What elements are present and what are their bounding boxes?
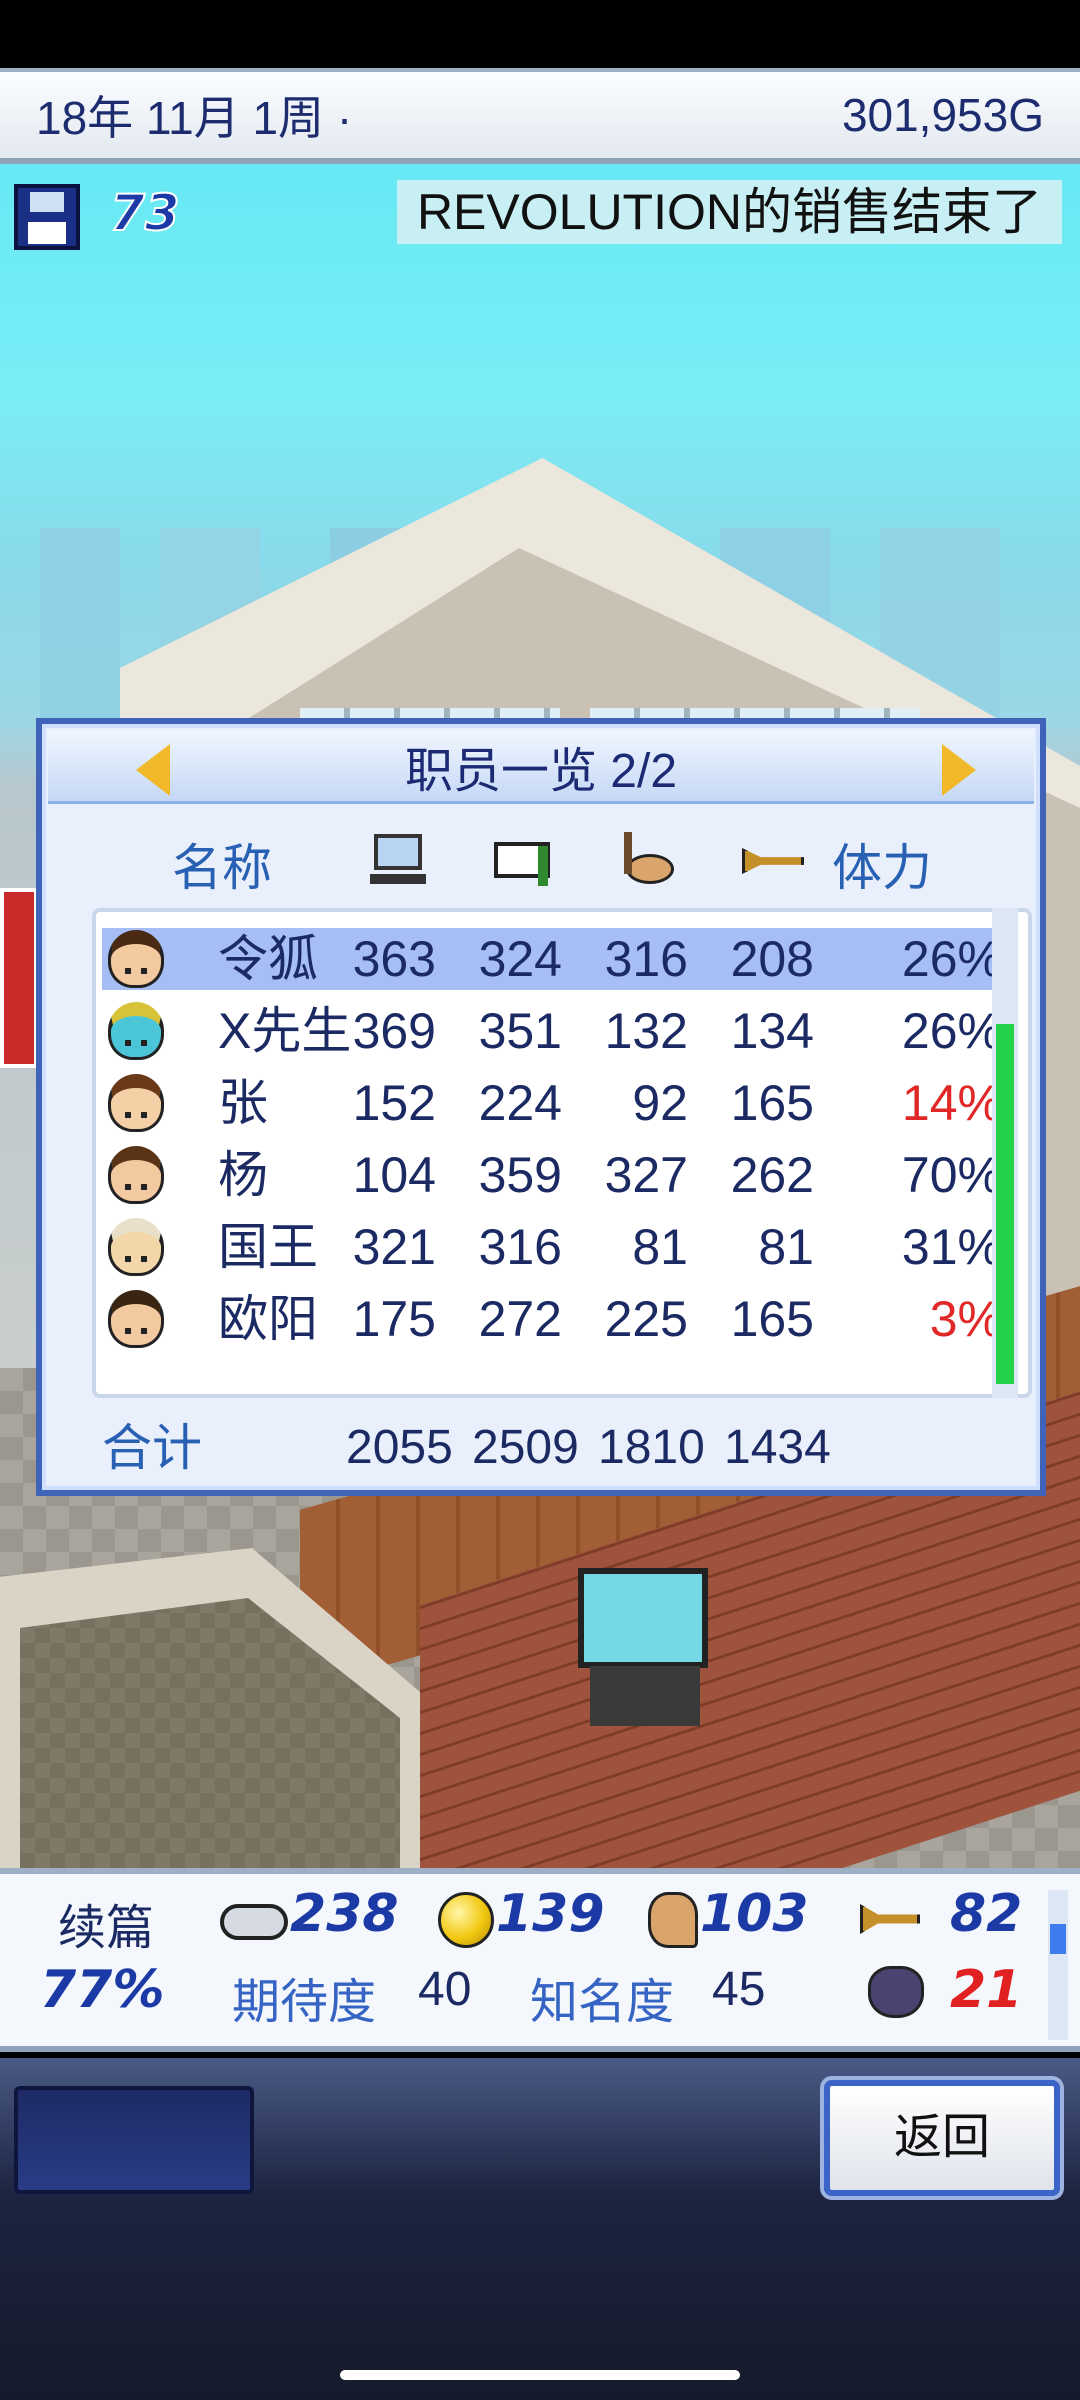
staff-portrait-icon [108, 1218, 164, 1276]
totals-row: 合计 2055 2509 1810 1434 [92, 1416, 1032, 1480]
gamepad-icon [220, 1904, 288, 1940]
date-display: 18年 11月 1周 · [36, 92, 353, 144]
staff-name: 令狐 [218, 931, 318, 987]
book-icon [494, 832, 550, 888]
staff-name: 张 [218, 1075, 268, 1131]
staff-row[interactable]: 张 152 224 92 165 14% [102, 1072, 1002, 1134]
staff-portrait-icon [108, 930, 164, 988]
staff-name: 杨 [218, 1147, 268, 1203]
staff-stat-v1: 321 [352, 1219, 436, 1275]
home-indicator[interactable] [340, 2370, 740, 2380]
creativity-value: 139 [496, 1884, 605, 1944]
staff-stat-v3: 81 [632, 1219, 688, 1275]
total-value: 1434 [724, 1421, 831, 1474]
staff-portrait-icon [108, 1002, 164, 1060]
staff-stat-v2: 359 [478, 1147, 562, 1203]
game-development-panel: 续篇 238 139 103 82 77% 期待度 40 知名度 45 21 [0, 1868, 1080, 2052]
staff-stat-v1: 363 [352, 931, 436, 987]
staff-list-title: 职员一览 2/2 [404, 744, 678, 798]
staff-row[interactable]: 杨 104 359 327 262 70% [102, 1144, 1002, 1206]
staff-stat-v1: 175 [352, 1291, 436, 1347]
expectation-value: 40 [418, 1963, 472, 2016]
genre-label: 续篇 [58, 1902, 155, 1955]
staff-portrait-icon [108, 1290, 164, 1348]
staff-stat-v1: 152 [352, 1075, 436, 1131]
prev-page-arrow-icon[interactable] [136, 744, 170, 796]
computer-icon [370, 832, 426, 888]
staff-portrait-icon [108, 1074, 164, 1132]
staff-stat-v1: 369 [352, 1003, 436, 1059]
staff-row[interactable]: 欧阳 175 272 225 165 3% [102, 1288, 1002, 1350]
fame-label: 知名度 [530, 1976, 675, 2029]
staff-stat-v1: 104 [352, 1147, 436, 1203]
column-header-name: 名称 [172, 840, 272, 896]
staff-stat-v4: 134 [730, 1003, 814, 1059]
vending-machine [0, 888, 38, 1068]
staff-stat-v4: 165 [730, 1291, 814, 1347]
bug-count: 21 [950, 1960, 1023, 2020]
staff-stamina: 3% [929, 1291, 1002, 1347]
trumpet-icon [742, 832, 804, 888]
staff-stamina: 26% [901, 931, 1002, 987]
menu-slot-button[interactable] [14, 2086, 254, 2194]
news-ticker: REVOLUTION的销售结束了 [396, 180, 1062, 244]
staff-stamina: 26% [901, 1003, 1002, 1059]
top-status-bar: 18年 11月 1周 · 301,953G [0, 68, 1080, 164]
bug-monster-icon [868, 1966, 924, 2018]
staff-stat-v3: 327 [604, 1147, 688, 1203]
trumpet-icon [860, 1904, 920, 1934]
total-value: 2509 [472, 1421, 579, 1474]
staff-stat-v4: 81 [758, 1219, 814, 1275]
fame-value: 45 [712, 1963, 766, 2016]
total-value: 2055 [346, 1421, 453, 1474]
staff-stat-v2: 272 [478, 1291, 562, 1347]
paint-icon [618, 832, 674, 888]
back-button[interactable]: 返回 [824, 2080, 1060, 2196]
info-row: 73 REVOLUTION的销售结束了 [0, 176, 1080, 256]
lightbulb-icon [438, 1892, 494, 1948]
staff-stat-v3: 316 [604, 931, 688, 987]
staff-stat-v2: 324 [478, 931, 562, 987]
staff-stat-v2: 351 [478, 1003, 562, 1059]
staff-stamina: 70% [901, 1147, 1002, 1203]
staff-stamina: 14% [901, 1075, 1002, 1131]
staff-stat-v2: 224 [478, 1075, 562, 1131]
next-page-arrow-icon[interactable] [942, 744, 976, 796]
floppy-disk-icon [14, 184, 80, 250]
totals-label: 合计 [102, 1420, 202, 1476]
game-panel-scrollbar[interactable] [1048, 1890, 1068, 2040]
staff-stamina: 31% [901, 1219, 1002, 1275]
paint-icon [648, 1892, 698, 1948]
fun-value: 238 [290, 1884, 399, 1944]
staff-stat-v3: 132 [604, 1003, 688, 1059]
graphics-value: 103 [700, 1884, 809, 1944]
staff-stat-v3: 225 [604, 1291, 688, 1347]
aquarium[interactable] [578, 1568, 708, 1668]
staff-stat-v4: 262 [730, 1147, 814, 1203]
staff-stat-v4: 208 [730, 931, 814, 987]
staff-portrait-icon [108, 1146, 164, 1204]
staff-stat-v3: 92 [632, 1075, 688, 1131]
bottom-controls: 返回 [0, 2058, 1080, 2400]
sound-value: 82 [950, 1884, 1023, 1944]
staff-row[interactable]: X先生 369 351 132 134 26% [102, 1000, 1002, 1062]
staff-list-titlebar: 职员一览 2/2 [48, 730, 1034, 804]
money-display: 301,953G [841, 89, 1044, 141]
staff-row[interactable]: 令狐 363 324 316 208 26% [102, 928, 1002, 990]
expectation-label: 期待度 [232, 1976, 377, 2029]
staff-name: 国王 [218, 1219, 318, 1275]
staff-list-window: 职员一览 2/2 名称 体力 令狐 363 324 316 208 26% X先生 369 35… [36, 718, 1046, 1496]
progress-percent: 77% [40, 1960, 165, 2020]
column-header-stamina: 体力 [832, 840, 932, 896]
disk-count: 73 [109, 183, 181, 243]
staff-stat-v2: 316 [478, 1219, 562, 1275]
aquarium-stand [590, 1666, 700, 1726]
system-status-area [0, 0, 1080, 68]
staff-name: 欧阳 [218, 1291, 318, 1347]
staff-stat-v4: 165 [730, 1075, 814, 1131]
staff-list-scroll-thumb[interactable] [996, 1024, 1014, 1384]
total-value: 1810 [598, 1421, 705, 1474]
staff-row[interactable]: 国王 321 316 81 81 31% [102, 1216, 1002, 1278]
